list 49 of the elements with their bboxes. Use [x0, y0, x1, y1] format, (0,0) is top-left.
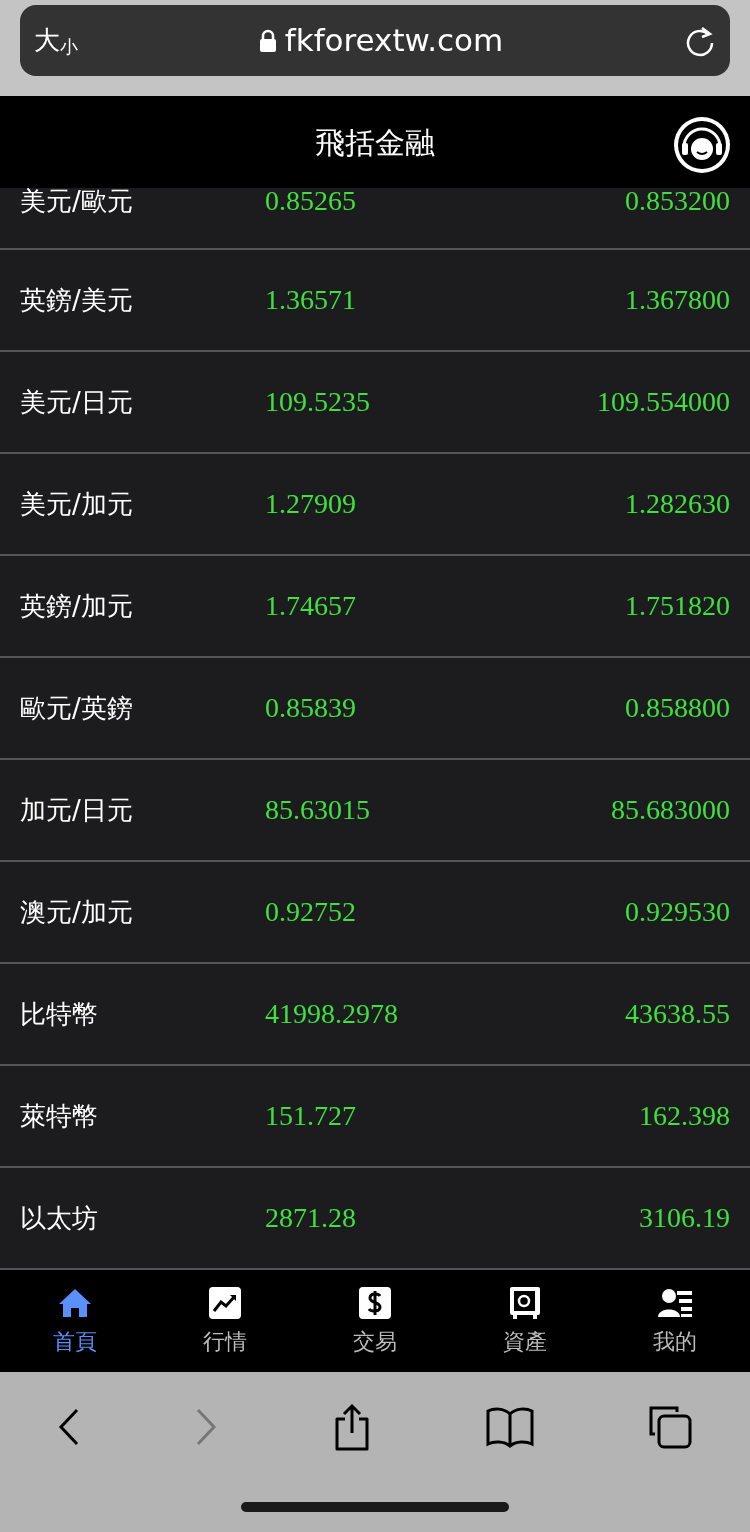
bid-price: 85.63015 — [265, 797, 371, 823]
ask-price: 43638.55 — [625, 1001, 730, 1027]
currency-pair: 萊特幣 — [20, 1103, 99, 1129]
currency-pair: 美元/日元 — [20, 389, 134, 415]
safe-icon — [507, 1284, 543, 1321]
bid-price: 151.727 — [265, 1103, 357, 1129]
back-icon[interactable] — [56, 1407, 81, 1447]
bookmarks-icon[interactable] — [485, 1406, 534, 1448]
bid-price: 2871.28 — [265, 1205, 357, 1231]
ask-price: 85.683000 — [611, 797, 730, 823]
currency-pair: 以太坊 — [20, 1205, 99, 1231]
bid-price: 41998.2978 — [265, 1001, 399, 1027]
dollar-icon — [357, 1284, 393, 1321]
app-title: 飛括金融 — [315, 123, 435, 162]
ask-price: 0.858800 — [625, 695, 730, 721]
url-text: fkforextw.com — [284, 21, 504, 61]
headset-agent-icon[interactable] — [672, 115, 732, 175]
bid-price: 0.85265 — [265, 188, 357, 214]
ask-price: 0.853200 — [625, 188, 730, 214]
currency-pair: 美元/歐元 — [20, 188, 134, 214]
ask-price: 3106.19 — [639, 1205, 730, 1231]
ask-price: 0.929530 — [625, 899, 730, 925]
reload-icon[interactable] — [684, 24, 716, 57]
bid-price: 1.74657 — [265, 593, 357, 619]
currency-pair: 英鎊/加元 — [20, 593, 134, 619]
currency-pair: 比特幣 — [20, 1001, 99, 1027]
currency-pair: 美元/加元 — [20, 491, 134, 517]
nav-tab[interactable]: 我的 — [600, 1270, 750, 1372]
tabs-icon[interactable] — [647, 1404, 694, 1450]
chart-icon — [207, 1284, 243, 1321]
ask-price: 162.398 — [639, 1103, 730, 1129]
bid-price: 109.5235 — [265, 389, 371, 415]
ask-price: 1.367800 — [625, 287, 730, 313]
ask-price: 109.554000 — [597, 389, 730, 415]
lock-icon — [258, 28, 277, 53]
currency-pair: 加元/日元 — [20, 797, 134, 823]
ask-price: 1.751820 — [625, 593, 730, 619]
nav-tab[interactable]: 交易 — [300, 1270, 450, 1372]
currency-pair: 歐元/英鎊 — [20, 695, 134, 721]
nav-tab[interactable]: 資產 — [450, 1270, 600, 1372]
ask-price: 1.282630 — [625, 491, 730, 517]
bid-price: 0.92752 — [265, 899, 357, 925]
bid-price: 1.36571 — [265, 287, 357, 313]
nav-tab[interactable]: 首頁 — [0, 1270, 150, 1372]
nav-tab[interactable]: 行情 — [150, 1270, 300, 1372]
currency-pair: 澳元/加元 — [20, 899, 134, 925]
currency-pair: 英鎊/美元 — [20, 287, 134, 313]
bid-price: 1.27909 — [265, 491, 357, 517]
bid-price: 0.85839 — [265, 695, 357, 721]
